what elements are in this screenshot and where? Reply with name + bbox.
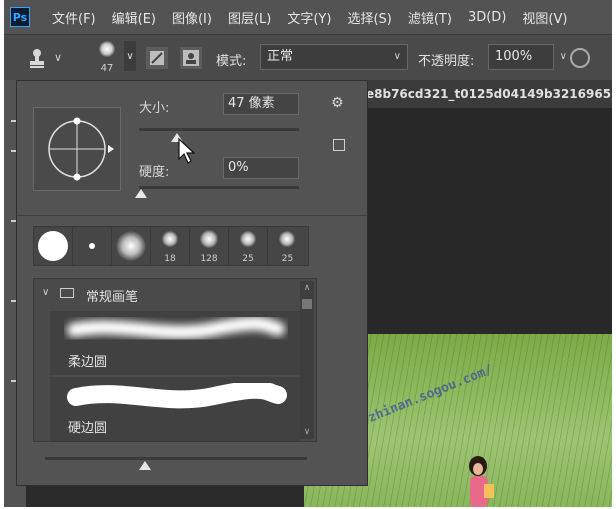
brush-size-label: 128 bbox=[200, 254, 218, 264]
brush-tip-crosshair-icon bbox=[48, 117, 114, 181]
recent-brush[interactable]: 25 bbox=[229, 227, 268, 265]
tool-preset-chevron-icon[interactable]: ∨ bbox=[54, 51, 62, 64]
chevron-down-icon[interactable]: ∨ bbox=[42, 287, 49, 298]
menu-3d[interactable]: 3D(D) bbox=[468, 10, 506, 25]
size-input[interactable]: 47 像素 bbox=[223, 93, 299, 115]
recent-brush[interactable] bbox=[112, 227, 151, 265]
menu-filter[interactable]: 滤镜(T) bbox=[408, 8, 452, 27]
menu-layer[interactable]: 图层(L) bbox=[228, 8, 271, 27]
opacity-value: 100% bbox=[495, 49, 533, 64]
folder-icon bbox=[60, 288, 74, 298]
preview-size-slider-thumb[interactable] bbox=[139, 461, 151, 470]
scroll-down-icon[interactable]: ∨ bbox=[300, 427, 314, 437]
chevron-down-icon: ∨ bbox=[393, 51, 401, 62]
brush-group-label: 常规画笔 bbox=[86, 290, 139, 305]
brush-preset-picker[interactable]: 47 bbox=[92, 39, 122, 75]
brush-list: ∨ 常规画笔 柔边圆 硬边圆 ∧ ∨ bbox=[33, 278, 317, 442]
brush-size-label: 18 bbox=[164, 254, 176, 264]
brush-tip-icon bbox=[99, 41, 115, 57]
recent-brushes: 18 128 25 25 bbox=[33, 226, 309, 266]
brush-list-scrollbar[interactable]: ∧ ∨ bbox=[300, 281, 314, 439]
brush-panel-icon bbox=[150, 51, 164, 65]
options-bar: ∨ 47 ∨ 模式: 正常 ∨ 不透明度: 100% ∨ bbox=[4, 34, 612, 81]
hardness-label: 硬度: bbox=[139, 165, 170, 180]
recent-brush[interactable] bbox=[73, 227, 112, 265]
size-slider-track[interactable] bbox=[139, 128, 299, 131]
menu-file[interactable]: 文件(F) bbox=[52, 8, 96, 27]
menu-edit[interactable]: 编辑(E) bbox=[112, 8, 156, 27]
recent-brush[interactable]: 25 bbox=[268, 227, 307, 265]
brush-item-soft-round[interactable]: 柔边圆 bbox=[50, 311, 300, 375]
hardness-slider-thumb[interactable] bbox=[135, 189, 147, 198]
menu-type[interactable]: 文字(Y) bbox=[287, 8, 331, 27]
brush-name: 柔边圆 bbox=[68, 355, 108, 370]
hard-stroke-preview bbox=[67, 383, 287, 409]
girl-figure-image bbox=[469, 456, 494, 507]
preview-size-slider[interactable] bbox=[45, 457, 307, 460]
gear-icon[interactable]: ⚙ bbox=[331, 95, 344, 111]
clone-source-icon bbox=[183, 50, 199, 66]
brush-angle-preview[interactable] bbox=[33, 107, 121, 191]
document-tab[interactable]: e8b76cd321_t0125d04149b3216965, RGB bbox=[366, 80, 612, 108]
mode-label: 模式: bbox=[216, 54, 247, 69]
menu-select[interactable]: 选择(S) bbox=[347, 8, 391, 27]
brush-group-general[interactable]: ∨ 常规画笔 bbox=[34, 279, 300, 309]
panel-divider bbox=[17, 215, 367, 216]
recent-brush[interactable] bbox=[34, 227, 73, 265]
brush-settings-toggle[interactable] bbox=[146, 47, 168, 69]
pressure-opacity-icon[interactable] bbox=[570, 48, 590, 68]
recent-brush[interactable]: 18 bbox=[151, 227, 190, 265]
new-preset-icon[interactable] bbox=[333, 139, 345, 151]
brush-size-label: 25 bbox=[281, 254, 294, 264]
scroll-up-icon[interactable]: ∧ bbox=[300, 283, 314, 293]
brush-size-label: 25 bbox=[242, 254, 254, 264]
recent-brush[interactable]: 128 bbox=[190, 227, 229, 265]
clone-source-toggle[interactable] bbox=[180, 47, 202, 69]
stamp-tool-icon[interactable] bbox=[26, 47, 48, 69]
soft-stroke-preview bbox=[67, 317, 285, 340]
opacity-field[interactable]: 100% ∨ bbox=[488, 44, 567, 70]
opacity-label: 不透明度: bbox=[418, 54, 475, 69]
photoshop-window: Ps 文件(F) 编辑(E) 图像(I) 图层(L) 文字(Y) 选择(S) 滤… bbox=[4, 0, 612, 507]
mouse-cursor-icon bbox=[178, 137, 196, 164]
brush-size-readout: 47 bbox=[100, 63, 114, 74]
menu-image[interactable]: 图像(I) bbox=[172, 8, 212, 27]
app-logo: Ps bbox=[10, 7, 30, 27]
brush-preset-panel: 大小: 47 像素 硬度: 0% ⚙ 18 128 25 25 ∨ 常规画笔 柔… bbox=[16, 80, 368, 486]
brush-item-hard-round[interactable]: 硬边圆 bbox=[50, 377, 300, 441]
opacity-chevron-icon[interactable]: ∨ bbox=[560, 45, 567, 69]
brush-picker-chevron-icon[interactable]: ∨ bbox=[124, 41, 136, 71]
hardness-input[interactable]: 0% bbox=[223, 157, 299, 179]
menu-view[interactable]: 视图(V) bbox=[522, 8, 567, 27]
hardness-slider-track[interactable] bbox=[139, 186, 299, 189]
brush-name: 硬边圆 bbox=[68, 421, 108, 436]
size-label: 大小: bbox=[139, 101, 170, 116]
menu-bar: Ps 文件(F) 编辑(E) 图像(I) 图层(L) 文字(Y) 选择(S) 滤… bbox=[4, 0, 612, 34]
blend-mode-select[interactable]: 正常 ∨ bbox=[260, 44, 408, 70]
scrollbar-thumb[interactable] bbox=[302, 299, 312, 309]
blend-mode-value: 正常 bbox=[267, 49, 294, 64]
